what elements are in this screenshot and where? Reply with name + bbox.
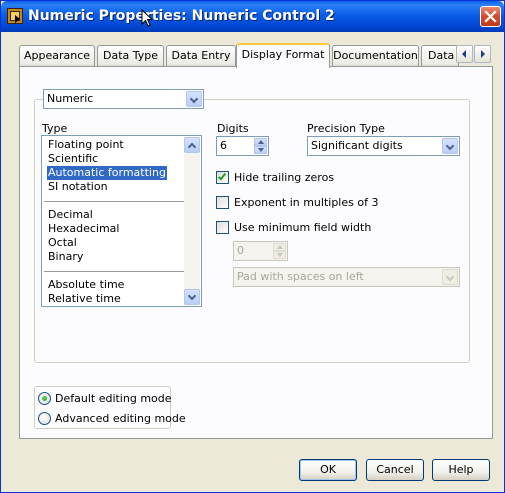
hide-trailing-zeros-label: Hide trailing zeros	[234, 171, 335, 184]
checkbox-box[interactable]	[216, 171, 229, 184]
list-item-relative-time[interactable]: Relative time	[47, 292, 122, 306]
min-field-width-checkbox[interactable]: Use minimum field width	[216, 221, 376, 235]
list-item-absolute-time[interactable]: Absolute time	[47, 278, 125, 292]
chevron-down-icon	[442, 138, 458, 154]
digits-value: 6	[220, 139, 227, 152]
radio-button[interactable]	[38, 412, 51, 425]
format-category-value: Numeric	[47, 92, 94, 105]
advanced-editing-mode-radio[interactable]: Advanced editing mode	[38, 412, 186, 426]
decrement-button[interactable]	[254, 146, 267, 154]
tab-strip: Appearance Data Type Data Entry Display …	[19, 43, 493, 68]
min-width-input[interactable]: 0	[233, 241, 288, 261]
precision-type-select[interactable]: Significant digits	[307, 136, 460, 156]
list-item-octal[interactable]: Octal	[47, 236, 78, 250]
precision-type-value: Significant digits	[311, 139, 403, 152]
checkbox-box[interactable]	[216, 196, 229, 209]
check-icon	[217, 171, 227, 181]
window-title: Numeric Properties: Numeric Control 2	[28, 8, 335, 24]
advanced-editing-mode-label: Advanced editing mode	[55, 412, 186, 425]
list-divider	[44, 271, 184, 272]
format-category-select[interactable]: Numeric	[43, 89, 204, 109]
properties-dialog: Numeric Properties: Numeric Control 2 Ap…	[0, 0, 505, 493]
checkbox-box[interactable]	[216, 221, 229, 234]
radio-selected-dot	[42, 396, 47, 401]
tab-documentation[interactable]: Documentation	[332, 45, 419, 67]
scroll-up-button[interactable]	[184, 137, 200, 153]
digits-stepper[interactable]	[254, 138, 267, 154]
tab-data-binding[interactable]: Data B	[421, 45, 459, 67]
increment-button[interactable]	[254, 138, 267, 146]
scroll-down-button[interactable]	[184, 289, 200, 305]
default-editing-mode-label: Default editing mode	[55, 392, 172, 405]
list-divider	[44, 201, 184, 202]
default-editing-mode-radio[interactable]: Default editing mode	[38, 392, 172, 406]
tab-scroll-left-button[interactable]	[456, 45, 473, 63]
list-item-floating-point[interactable]: Floating point	[47, 138, 125, 152]
chevron-down-icon	[186, 91, 202, 107]
ok-button[interactable]: OK	[299, 459, 357, 481]
list-item-si-notation[interactable]: SI notation	[47, 180, 109, 194]
type-listbox[interactable]: Floating point Scientific Automatic form…	[41, 135, 202, 307]
chevron-down-icon	[442, 269, 458, 285]
tab-scroll-right-button[interactable]	[474, 45, 491, 63]
tab-appearance[interactable]: Appearance	[19, 45, 95, 67]
decrement-button[interactable]	[273, 251, 286, 259]
close-button[interactable]	[480, 6, 501, 27]
min-width-stepper[interactable]	[273, 243, 286, 259]
digits-label: Digits	[217, 122, 249, 135]
hide-trailing-zeros-checkbox[interactable]: Hide trailing zeros	[216, 171, 376, 185]
padding-value: Pad with spaces on left	[237, 270, 364, 283]
list-item-hexadecimal[interactable]: Hexadecimal	[47, 222, 120, 236]
title-bar[interactable]: Numeric Properties: Numeric Control 2	[1, 1, 504, 32]
min-field-width-label: Use minimum field width	[234, 221, 372, 234]
type-label: Type	[42, 122, 68, 135]
tab-data-type[interactable]: Data Type	[97, 45, 164, 67]
digits-input[interactable]: 6	[216, 136, 269, 156]
padding-select[interactable]: Pad with spaces on left	[233, 267, 460, 287]
tab-data-entry[interactable]: Data Entry	[166, 45, 236, 67]
close-icon	[484, 10, 497, 23]
list-item-binary[interactable]: Binary	[47, 250, 84, 264]
type-list-scrollbar[interactable]	[184, 137, 200, 305]
exponent-multiples-label: Exponent in multiples of 3	[234, 196, 379, 209]
arrow-left-icon	[462, 50, 466, 58]
precision-type-label: Precision Type	[307, 122, 385, 135]
list-item-automatic-formatting[interactable]: Automatic formatting	[47, 166, 167, 180]
increment-button[interactable]	[273, 243, 286, 251]
tab-display-format[interactable]: Display Format	[236, 43, 330, 68]
cancel-button[interactable]: Cancel	[366, 459, 424, 481]
min-width-value: 0	[237, 244, 244, 257]
list-item-scientific[interactable]: Scientific	[47, 152, 99, 166]
arrow-right-icon	[481, 50, 485, 58]
radio-button[interactable]	[38, 392, 51, 405]
mouse-cursor-icon	[141, 9, 153, 27]
list-item-decimal[interactable]: Decimal	[47, 208, 94, 222]
exponent-multiples-checkbox[interactable]: Exponent in multiples of 3	[216, 196, 379, 210]
labview-app-icon	[7, 8, 23, 24]
help-button[interactable]: Help	[432, 459, 490, 481]
